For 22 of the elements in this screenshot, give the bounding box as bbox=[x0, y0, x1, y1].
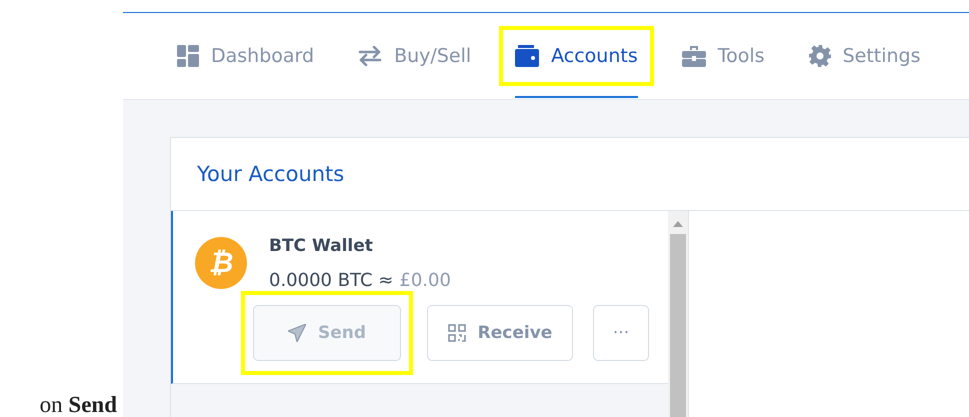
swap-arrows-icon bbox=[358, 46, 382, 66]
scrollbar[interactable] bbox=[668, 211, 688, 417]
scroll-thumb[interactable] bbox=[670, 234, 686, 417]
fiat-balance: £0.00 bbox=[399, 270, 451, 291]
wallet-name: BTC Wallet bbox=[269, 236, 374, 256]
more-button[interactable]: ··· bbox=[593, 305, 649, 361]
receive-button[interactable]: Receive bbox=[427, 305, 573, 361]
toolbox-icon bbox=[682, 45, 706, 67]
qr-code-icon bbox=[448, 324, 466, 342]
nav-tab[interactable]: Dashboard bbox=[161, 26, 330, 86]
bitcoin-icon: ₿ bbox=[195, 237, 247, 289]
nav-tab[interactable]: Tools bbox=[666, 26, 781, 86]
wallet-icon bbox=[515, 45, 540, 67]
dashboard-icon bbox=[177, 45, 199, 67]
wallet-balance: 0.0000 BTC ≈ bbox=[269, 270, 394, 291]
nav-tab[interactable]: Settings bbox=[792, 26, 936, 86]
settings-icon bbox=[808, 45, 831, 67]
paper-plane-icon bbox=[288, 324, 306, 342]
nav-tab[interactable]: Buy/Sell bbox=[342, 26, 488, 86]
caption-text: on Send bbox=[40, 393, 117, 417]
scroll-up-icon bbox=[673, 221, 683, 227]
card-title: Your Accounts bbox=[197, 162, 344, 186]
